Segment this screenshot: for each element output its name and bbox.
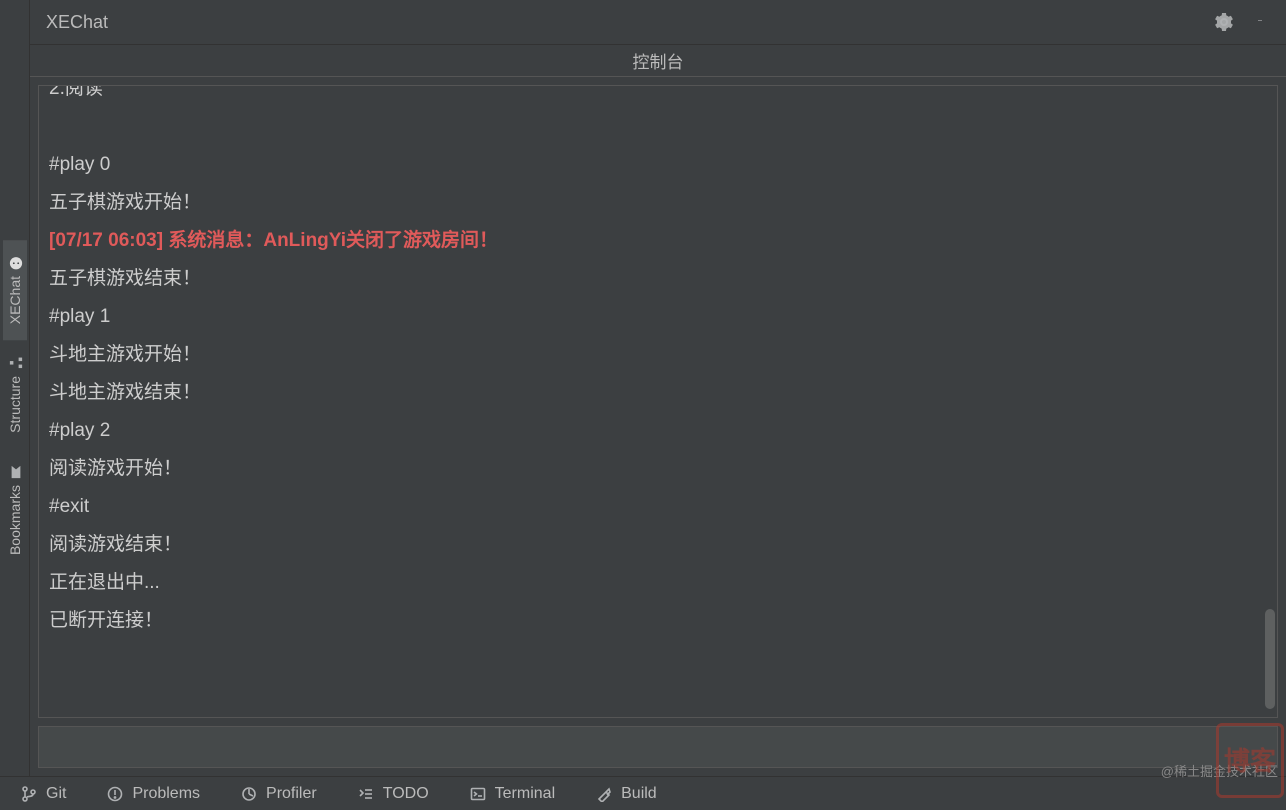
- panel-title: XEChat: [46, 12, 108, 33]
- console-line: [49, 108, 1267, 146]
- console-output[interactable]: 2.阅读 #play 0五子棋游戏开始！[07/17 06:03] 系统消息：An…: [38, 85, 1278, 718]
- console-line: #play 0: [49, 146, 1267, 184]
- bottom-item-label: Git: [46, 785, 66, 803]
- bottom-item-git[interactable]: Git: [20, 785, 66, 803]
- console-line: [07/17 06:03] 系统消息：AnLingYi关闭了游戏房间！: [49, 222, 1267, 260]
- bottom-item-profiler[interactable]: Profiler: [240, 785, 317, 803]
- scrollbar-thumb[interactable]: [1265, 609, 1275, 709]
- console-title: 控制台: [633, 48, 684, 73]
- bottom-item-label: Problems: [132, 785, 200, 803]
- chat-icon: [8, 256, 22, 270]
- console-line: 五子棋游戏开始！: [49, 184, 1267, 222]
- console-title-bar: 控制台: [30, 45, 1286, 77]
- console-line: 正在退出中...: [49, 564, 1267, 602]
- terminal-icon: [469, 785, 487, 803]
- console-line: 阅读游戏结束！: [49, 526, 1267, 564]
- sidebar-item-xechat[interactable]: XEChat: [3, 240, 27, 340]
- bottom-item-build[interactable]: Build: [595, 785, 657, 803]
- bottom-item-label: Profiler: [266, 785, 317, 803]
- minimize-icon[interactable]: [1250, 12, 1270, 32]
- sidebar-item-structure[interactable]: Structure: [3, 340, 27, 449]
- console-line: 阅读游戏开始！: [49, 450, 1267, 488]
- build-icon: [595, 785, 613, 803]
- profiler-icon: [240, 785, 258, 803]
- seal-text: 博客: [1224, 748, 1276, 774]
- bottom-item-problems[interactable]: Problems: [106, 785, 200, 803]
- bottom-item-label: Build: [621, 785, 657, 803]
- bottom-item-todo[interactable]: TODO: [357, 785, 429, 803]
- console-line: #play 2: [49, 412, 1267, 450]
- console-line: 斗地主游戏结束！: [49, 374, 1267, 412]
- sidebar-item-label: Bookmarks: [7, 485, 23, 555]
- console-line: 斗地主游戏开始！: [49, 336, 1267, 374]
- sidebar-item-label: Structure: [7, 376, 23, 433]
- console-line: #exit: [49, 488, 1267, 526]
- bottom-bar: Git Problems Profiler TODO Terminal Buil…: [0, 776, 1286, 810]
- gear-icon[interactable]: [1214, 12, 1234, 32]
- error-icon: [106, 785, 124, 803]
- sidebar-item-label: XEChat: [7, 276, 23, 324]
- console-input-row: [38, 726, 1278, 768]
- branch-icon: [20, 785, 38, 803]
- sidebar-item-bookmarks[interactable]: Bookmarks: [3, 449, 27, 571]
- bookmark-icon: [8, 465, 22, 479]
- seal-stamp: 博客: [1216, 723, 1284, 798]
- console-input[interactable]: [39, 727, 1277, 767]
- structure-icon: [8, 356, 22, 370]
- todo-icon: [357, 785, 375, 803]
- console-line: 五子棋游戏结束！: [49, 260, 1267, 298]
- console-line: 2.阅读: [49, 85, 1267, 108]
- bottom-item-label: TODO: [383, 785, 429, 803]
- console-line: #play 1: [49, 298, 1267, 336]
- left-sidebar: XEChat Structure Bookmarks: [0, 0, 30, 776]
- panel-header: XEChat: [30, 0, 1286, 45]
- bottom-item-terminal[interactable]: Terminal: [469, 785, 555, 803]
- bottom-item-label: Terminal: [495, 785, 555, 803]
- console-line: 已断开连接！: [49, 602, 1267, 640]
